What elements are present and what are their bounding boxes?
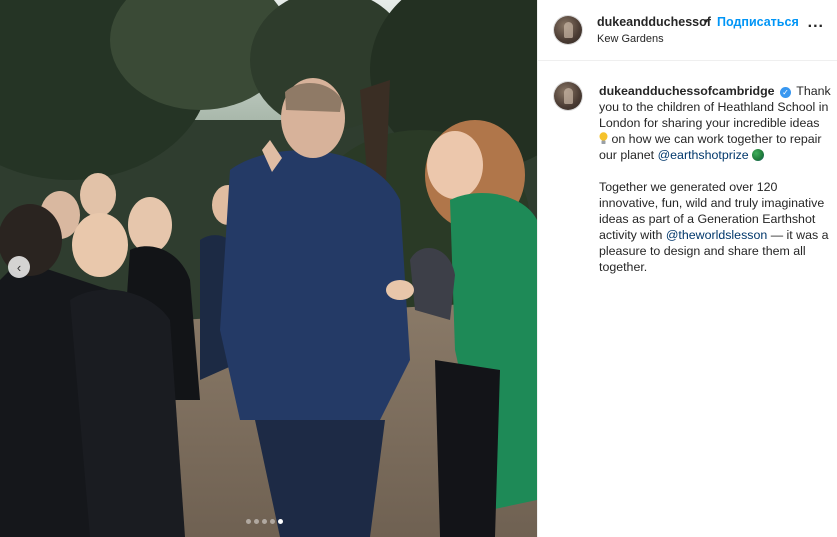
photo-scene (0, 0, 537, 537)
verified-badge-icon: ✓ (780, 87, 792, 98)
earth-globe-emoji-icon (752, 149, 765, 161)
follow-button[interactable]: Подписаться (717, 15, 799, 29)
post-header: dukeandduchessof • Подписаться Kew Garde… (538, 0, 837, 61)
caption-author-avatar[interactable] (554, 82, 582, 110)
lightbulb-emoji-icon (599, 132, 608, 144)
carousel-dot (270, 519, 275, 524)
post-photo[interactable]: ‹ (0, 0, 537, 537)
carousel-dot (262, 519, 267, 524)
carousel-dot (246, 519, 251, 524)
more-options-button[interactable]: ... (808, 14, 824, 32)
post-location[interactable]: Kew Gardens (597, 33, 664, 45)
carousel-dot (278, 519, 283, 524)
mention-theworldslesson[interactable]: @theworldslesson (666, 228, 767, 242)
carousel-dot (254, 519, 259, 524)
author-username[interactable]: dukeandduchessof (597, 15, 711, 29)
header-separator: • (704, 14, 709, 28)
post-panel: dukeandduchessof • Подписаться Kew Garde… (537, 0, 837, 537)
post-caption: dukeandduchessofcambridge ✓ Thank you to… (599, 83, 831, 275)
caption-paragraph-2: Together we generated over 120 innovativ… (599, 179, 831, 275)
author-avatar[interactable] (554, 16, 582, 44)
carousel-prev-button[interactable]: ‹ (8, 256, 30, 278)
carousel-dots (246, 519, 283, 524)
caption-author[interactable]: dukeandduchessofcambridge (599, 84, 775, 98)
mention-earthshotprize[interactable]: @earthshotprize (658, 148, 749, 162)
